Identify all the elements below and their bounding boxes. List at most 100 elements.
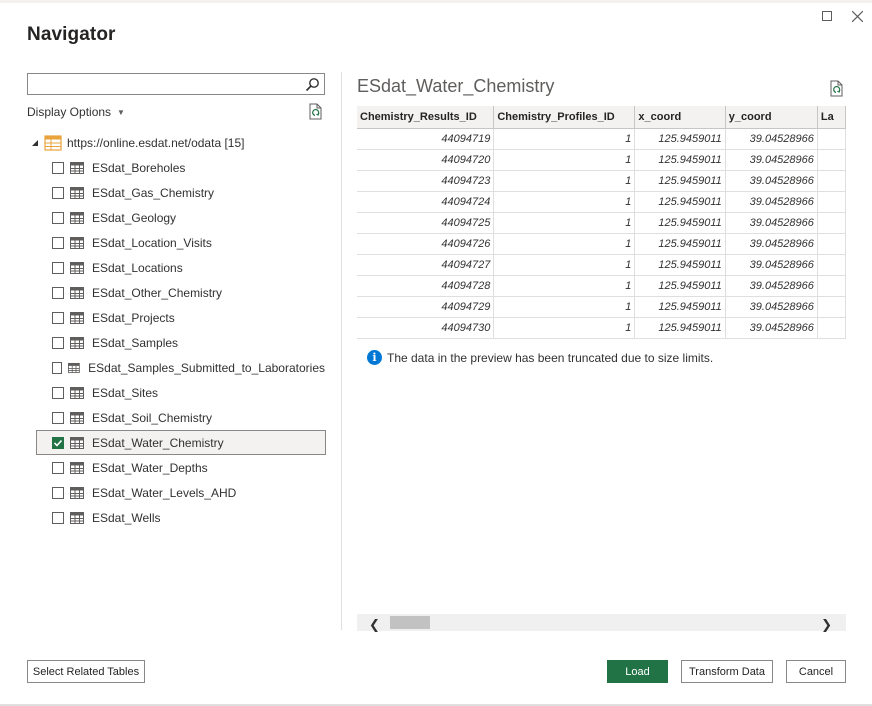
table-cell: 125.9459011 <box>634 254 726 276</box>
table-cell: 1 <box>493 254 636 276</box>
table-row: 44094719 1 125.9459011 39.04528966 <box>357 128 846 150</box>
nav-item[interactable]: ESdat_Wells <box>36 505 326 530</box>
nav-item[interactable]: ESdat_Location_Visits <box>36 230 326 255</box>
expand-triangle-icon[interactable] <box>31 139 39 147</box>
column-header[interactable]: y_coord <box>725 106 818 129</box>
maximize-button[interactable] <box>816 6 838 26</box>
cancel-button[interactable]: Cancel <box>786 660 846 683</box>
item-checkbox[interactable] <box>52 211 64 224</box>
table-cell: 44094729 <box>357 296 495 318</box>
nav-item-label: ESdat_Soil_Chemistry <box>92 410 213 425</box>
odata-feed-icon <box>44 135 62 151</box>
table-cell <box>817 275 846 297</box>
table-cell: 39.04528966 <box>725 296 818 318</box>
item-checkbox[interactable] <box>52 486 64 499</box>
nav-item[interactable]: ESdat_Water_Levels_AHD <box>36 480 326 505</box>
nav-item[interactable]: ESdat_Water_Chemistry <box>36 430 326 455</box>
select-related-tables-button[interactable]: Select Related Tables <box>27 660 145 683</box>
table-icon <box>70 461 84 474</box>
table-row: 44094724 1 125.9459011 39.04528966 <box>357 191 846 213</box>
nav-item[interactable]: ESdat_Soil_Chemistry <box>36 405 326 430</box>
close-button[interactable] <box>846 6 868 26</box>
column-header[interactable]: Chemistry_Results_ID <box>357 106 495 129</box>
table-cell: 44094725 <box>357 212 495 234</box>
table-icon <box>70 161 84 174</box>
nav-item[interactable]: ESdat_Locations <box>36 255 326 280</box>
nav-item[interactable]: ESdat_Geology <box>36 205 326 230</box>
item-checkbox[interactable] <box>52 186 64 199</box>
item-checkbox[interactable] <box>52 386 64 399</box>
item-checkbox[interactable] <box>52 336 64 349</box>
column-header[interactable]: Chemistry_Profiles_ID <box>493 106 636 129</box>
close-icon <box>851 10 863 22</box>
item-checkbox[interactable] <box>52 361 63 374</box>
nav-item[interactable]: ESdat_Gas_Chemistry <box>36 180 326 205</box>
transform-data-button[interactable]: Transform Data <box>681 660 773 683</box>
nav-item[interactable]: ESdat_Samples <box>36 330 326 355</box>
display-options-dropdown[interactable]: Display Options ▼ <box>27 105 125 119</box>
horizontal-scrollbar[interactable]: ❮ ❯ <box>357 614 846 633</box>
scroll-left-icon[interactable]: ❮ <box>369 617 380 633</box>
table-cell <box>817 149 846 171</box>
item-checkbox[interactable] <box>52 161 64 174</box>
nav-item-label: ESdat_Locations <box>92 260 183 275</box>
nav-item[interactable]: ESdat_Other_Chemistry <box>36 280 326 305</box>
table-cell: 39.04528966 <box>725 212 818 234</box>
item-checkbox[interactable] <box>52 261 64 274</box>
table-cell: 39.04528966 <box>725 128 818 150</box>
search-icon[interactable] <box>305 77 320 92</box>
nav-item[interactable]: ESdat_Samples_Submitted_to_Laboratories <box>36 355 326 380</box>
table-icon <box>70 311 84 324</box>
search-input[interactable] <box>27 73 325 95</box>
table-row: 44094723 1 125.9459011 39.04528966 <box>357 170 846 192</box>
table-icon <box>70 436 84 449</box>
refresh-icon[interactable] <box>307 103 325 121</box>
column-header[interactable]: La <box>817 106 846 129</box>
nav-item[interactable]: ESdat_Sites <box>36 380 326 405</box>
load-button[interactable]: Load <box>607 660 668 683</box>
item-checkbox[interactable] <box>52 286 64 299</box>
item-checkbox[interactable] <box>52 461 64 474</box>
chevron-down-icon: ▼ <box>117 107 125 117</box>
table-cell <box>817 254 846 276</box>
table-cell: 44094719 <box>357 128 495 150</box>
preview-grid[interactable]: Chemistry_Results_ID Chemistry_Profiles_I… <box>357 106 846 340</box>
nav-item-label: ESdat_Boreholes <box>92 160 186 175</box>
item-checkbox[interactable] <box>52 236 64 249</box>
nav-item[interactable]: ESdat_Projects <box>36 305 326 330</box>
item-checkbox[interactable] <box>52 436 64 449</box>
table-icon <box>70 336 84 349</box>
item-checkbox[interactable] <box>52 311 64 324</box>
scrollbar-thumb[interactable] <box>390 616 430 629</box>
table-cell <box>817 128 846 150</box>
nav-item-label: ESdat_Water_Depths <box>92 460 208 475</box>
tree-root-node[interactable]: https://online.esdat.net/odata [15] <box>31 134 244 152</box>
table-icon <box>70 186 84 199</box>
table-cell <box>817 296 846 318</box>
table-row: 44094720 1 125.9459011 39.04528966 <box>357 149 846 171</box>
table-cell: 1 <box>493 212 636 234</box>
nav-item-label: ESdat_Water_Chemistry <box>92 435 224 450</box>
truncation-message: The data in the preview has been truncat… <box>387 350 714 365</box>
table-cell: 1 <box>493 170 636 192</box>
window-controls <box>816 6 868 26</box>
item-checkbox[interactable] <box>52 511 64 524</box>
table-icon <box>68 362 81 373</box>
table-cell <box>817 212 846 234</box>
preview-table: Chemistry_Results_ID Chemistry_Profiles_I… <box>357 106 846 339</box>
refresh-preview-icon[interactable] <box>828 80 846 98</box>
pane-divider <box>341 72 342 630</box>
table-cell: 125.9459011 <box>634 191 726 213</box>
info-icon: i <box>367 350 382 365</box>
column-header[interactable]: x_coord <box>634 106 726 129</box>
table-cell: 125.9459011 <box>634 275 726 297</box>
table-cell: 1 <box>493 275 636 297</box>
nav-item[interactable]: ESdat_Water_Depths <box>36 455 326 480</box>
table-cell: 1 <box>493 296 636 318</box>
item-checkbox[interactable] <box>52 411 64 424</box>
table-row: 44094726 1 125.9459011 39.04528966 <box>357 233 846 255</box>
maximize-icon <box>822 11 832 21</box>
nav-item[interactable]: ESdat_Boreholes <box>36 155 326 180</box>
scroll-right-icon[interactable]: ❯ <box>821 617 832 633</box>
table-cell: 39.04528966 <box>725 233 818 255</box>
